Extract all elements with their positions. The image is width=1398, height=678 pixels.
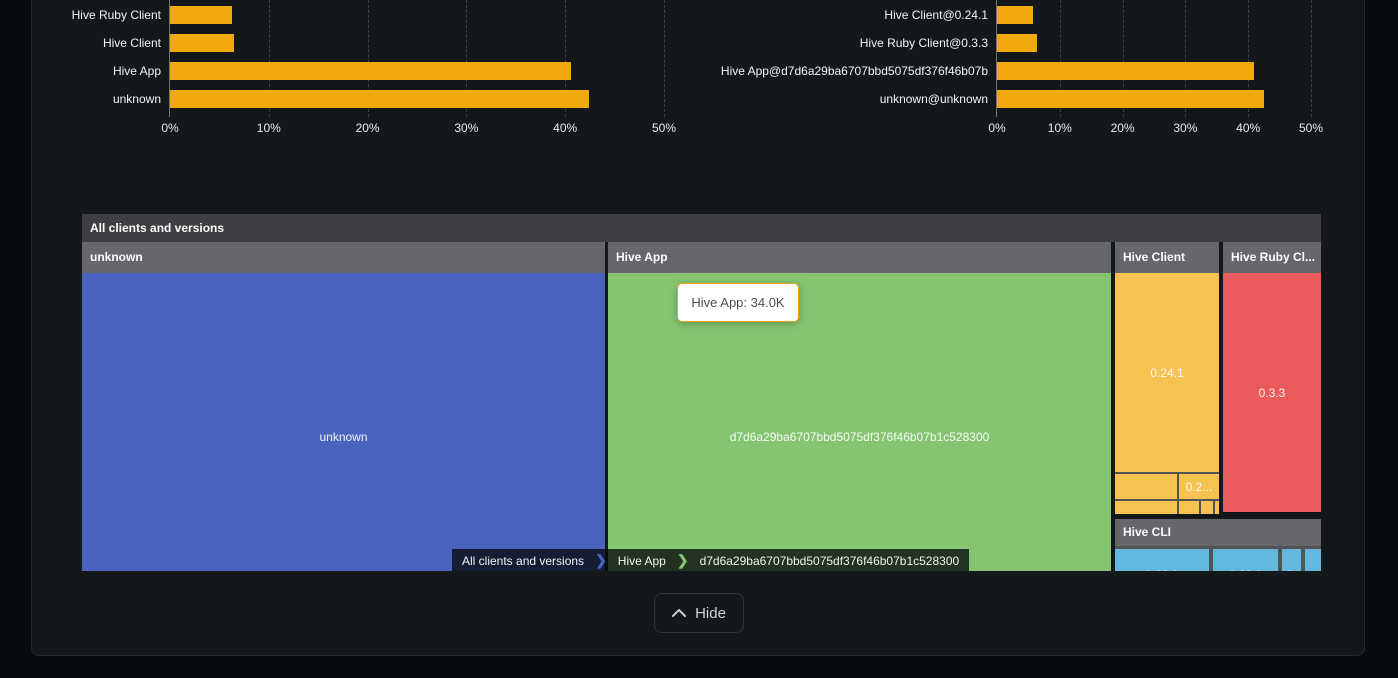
treemap-section-header[interactable]: Hive App bbox=[608, 242, 1111, 273]
treemap-cell[interactable] bbox=[1201, 501, 1213, 514]
treemap-cell-0-24-1[interactable]: 0.24.1 bbox=[1115, 273, 1219, 472]
category-label: Hive Client bbox=[71, 34, 161, 52]
clients-bar-chart: Hive Ruby Client Hive Client Hive App un… bbox=[71, 0, 664, 140]
tooltip: Hive App: 34.0K bbox=[677, 283, 799, 322]
treemap-section-hive-client: Hive Client 0.24.1 0.2... bbox=[1115, 242, 1219, 514]
tooltip-text: Hive App: 34.0K bbox=[691, 295, 784, 310]
treemap-cell[interactable] bbox=[1179, 501, 1199, 514]
treemap-title[interactable]: All clients and versions bbox=[82, 214, 1321, 242]
x-tick: 40% bbox=[1226, 121, 1270, 135]
treemap-section-hive-ruby-client: Hive Ruby Cl... 0.3.3 bbox=[1223, 242, 1321, 512]
treemap-cell-0-2[interactable]: 0.2... bbox=[1179, 474, 1219, 499]
category-label: unknown bbox=[71, 90, 161, 108]
bar-hive-app-hash[interactable] bbox=[997, 62, 1254, 80]
gridline bbox=[664, 0, 665, 117]
treemap-cell[interactable] bbox=[1215, 501, 1219, 514]
x-tick: 10% bbox=[1038, 121, 1082, 135]
treemap-cell-0-23-0[interactable]: 0.23.0 bbox=[1115, 549, 1209, 571]
plot-area: 0% 10% 20% 30% 40% 50% bbox=[996, 0, 1311, 117]
chevron-right-icon: ❯ bbox=[594, 552, 608, 569]
x-tick: 50% bbox=[1289, 121, 1333, 135]
breadcrumb-item-root[interactable]: All clients and versions bbox=[452, 554, 594, 568]
treemap-cell-unknown[interactable]: unknown bbox=[82, 273, 605, 571]
bar-unknown[interactable] bbox=[170, 90, 589, 108]
breadcrumb-item-hash[interactable]: d7d6a29ba6707bbd5075df376f46b07b1c528300 bbox=[690, 554, 970, 568]
treemap-cell[interactable] bbox=[1115, 474, 1177, 499]
breadcrumb-item-hive-app[interactable]: Hive App bbox=[608, 554, 676, 568]
x-tick: 0% bbox=[148, 121, 192, 135]
treemap-cell-0-3-3[interactable]: 0.3.3 bbox=[1223, 273, 1321, 512]
treemap-section-hive-cli: Hive CLI 0.23.0 0.23.0 0. bbox=[1115, 519, 1321, 571]
bar-hive-app[interactable] bbox=[170, 62, 571, 80]
treemap-cell[interactable] bbox=[1115, 501, 1177, 514]
treemap-cell[interactable]: 0. bbox=[1282, 549, 1301, 571]
category-label: unknown@unknown bbox=[701, 90, 988, 108]
plot-area: 0% 10% 20% 30% 40% 50% bbox=[169, 0, 664, 117]
category-label: Hive App bbox=[71, 62, 161, 80]
treemap-cell[interactable] bbox=[1305, 549, 1321, 571]
category-label: Hive Ruby Client bbox=[71, 6, 161, 24]
chevron-up-icon bbox=[672, 609, 686, 617]
x-tick: 50% bbox=[642, 121, 686, 135]
x-tick: 20% bbox=[1101, 121, 1145, 135]
page: { "colors": { "page_bg": "#080b10", "pan… bbox=[0, 0, 1398, 678]
x-tick: 40% bbox=[543, 121, 587, 135]
versions-bar-chart: Hive Client@0.24.1 Hive Ruby Client@0.3.… bbox=[701, 0, 1311, 140]
bar-hive-ruby-client-033[interactable] bbox=[997, 34, 1037, 52]
x-tick: 10% bbox=[247, 121, 291, 135]
x-tick: 30% bbox=[444, 121, 488, 135]
x-tick: 30% bbox=[1163, 121, 1207, 135]
treemap-section-header[interactable]: Hive CLI bbox=[1115, 519, 1321, 546]
hide-button-label: Hide bbox=[695, 605, 726, 622]
category-label: Hive Ruby Client@0.3.3 bbox=[701, 34, 988, 52]
treemap-section-header[interactable]: Hive Ruby Cl... bbox=[1223, 242, 1321, 273]
dashboard-panel: Hive Ruby Client Hive Client Hive App un… bbox=[31, 0, 1365, 656]
chevron-right-icon: ❯ bbox=[676, 552, 690, 569]
bar-hive-client-0241[interactable] bbox=[997, 6, 1033, 24]
treemap-section-unknown: unknown unknown bbox=[82, 242, 605, 571]
treemap-cell-0-23-0[interactable]: 0.23.0 bbox=[1213, 549, 1278, 571]
gridline bbox=[1311, 0, 1312, 117]
treemap-section-header[interactable]: unknown bbox=[82, 242, 605, 273]
x-tick: 20% bbox=[346, 121, 390, 135]
category-label: Hive Client@0.24.1 bbox=[701, 6, 988, 24]
bar-hive-ruby-client[interactable] bbox=[170, 6, 232, 24]
hide-button[interactable]: Hide bbox=[654, 593, 744, 633]
breadcrumb: All clients and versions ❯ Hive App ❯ d7… bbox=[452, 549, 969, 571]
x-tick: 0% bbox=[975, 121, 1019, 135]
category-label: Hive App@d7d6a29ba6707bbd5075df376f46b07… bbox=[701, 62, 988, 80]
treemap-all-clients: All clients and versions unknown unknown… bbox=[82, 214, 1321, 571]
treemap-section-header[interactable]: Hive Client bbox=[1115, 242, 1219, 273]
bar-hive-client[interactable] bbox=[170, 34, 234, 52]
bar-unknown-unknown[interactable] bbox=[997, 90, 1264, 108]
